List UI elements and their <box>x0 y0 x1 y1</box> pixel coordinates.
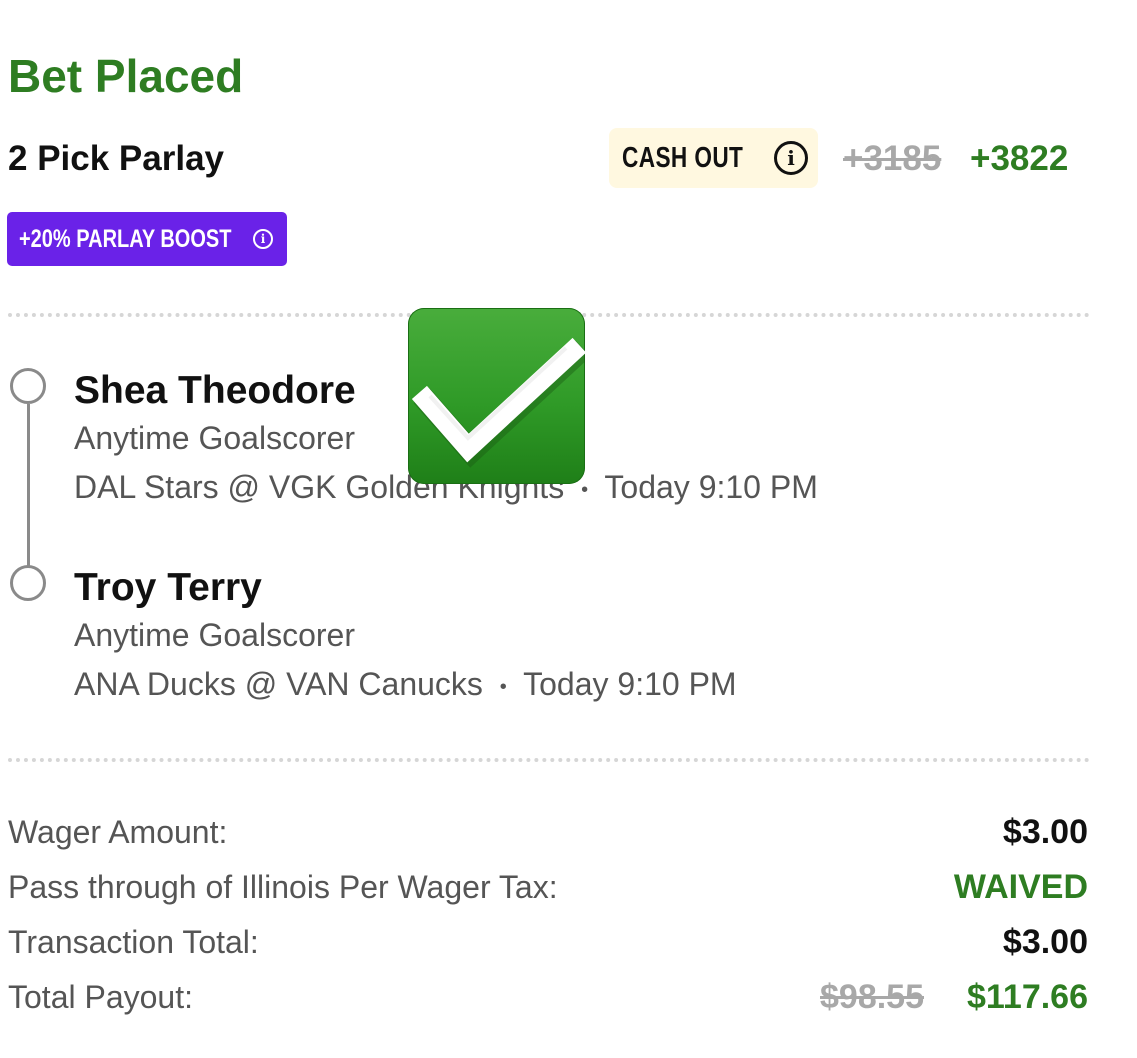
info-icon[interactable]: i <box>774 141 808 175</box>
transaction-total-label: Transaction Total: <box>8 924 259 960</box>
boosted-payout: $117.66 <box>966 978 1088 1016</box>
parlay-boost-label: +20% PARLAY BOOST <box>19 224 232 253</box>
boosted-odds: +3822 <box>970 139 1069 178</box>
checkmark-emoji-icon <box>408 308 585 484</box>
tax-value: WAIVED <box>953 868 1088 906</box>
pick-game-info: ANA Ducks @ VAN Canucks • Today 9:10 PM <box>74 665 737 706</box>
original-payout: $98.55 <box>820 978 924 1016</box>
separator-dot: • <box>499 675 507 698</box>
cash-out-label: CASH OUT <box>622 141 744 174</box>
pick-market: Anytime Goalscorer <box>74 617 355 653</box>
pick-time: Today 9:10 PM <box>604 469 818 505</box>
bet-type-label: 2 Pick Parlay <box>8 139 224 178</box>
pick-market: Anytime Goalscorer <box>74 420 355 456</box>
wager-amount-label: Wager Amount: <box>8 814 228 850</box>
tax-label: Pass through of Illinois Per Wager Tax: <box>8 869 558 905</box>
original-odds: +3185 <box>843 139 942 178</box>
pick-game: ANA Ducks @ VAN Canucks <box>74 666 483 702</box>
leg-circle-icon <box>10 368 46 404</box>
pick-player-name: Shea Theodore <box>74 369 356 412</box>
total-payout-label: Total Payout: <box>8 979 193 1015</box>
cash-out-button[interactable]: CASH OUT i <box>609 128 818 188</box>
pick-player-name: Troy Terry <box>74 566 262 609</box>
transaction-total-value: $3.00 <box>1002 923 1088 961</box>
page-title: Bet Placed <box>8 50 244 102</box>
wager-amount-value: $3.00 <box>1002 813 1088 851</box>
leg-circle-icon <box>10 565 46 601</box>
info-icon[interactable]: i <box>253 229 273 249</box>
pick-time: Today 9:10 PM <box>523 666 737 702</box>
parlay-boost-badge[interactable]: +20% PARLAY BOOST i <box>7 212 287 266</box>
legs-connector-line <box>27 404 30 566</box>
divider <box>8 758 1090 762</box>
